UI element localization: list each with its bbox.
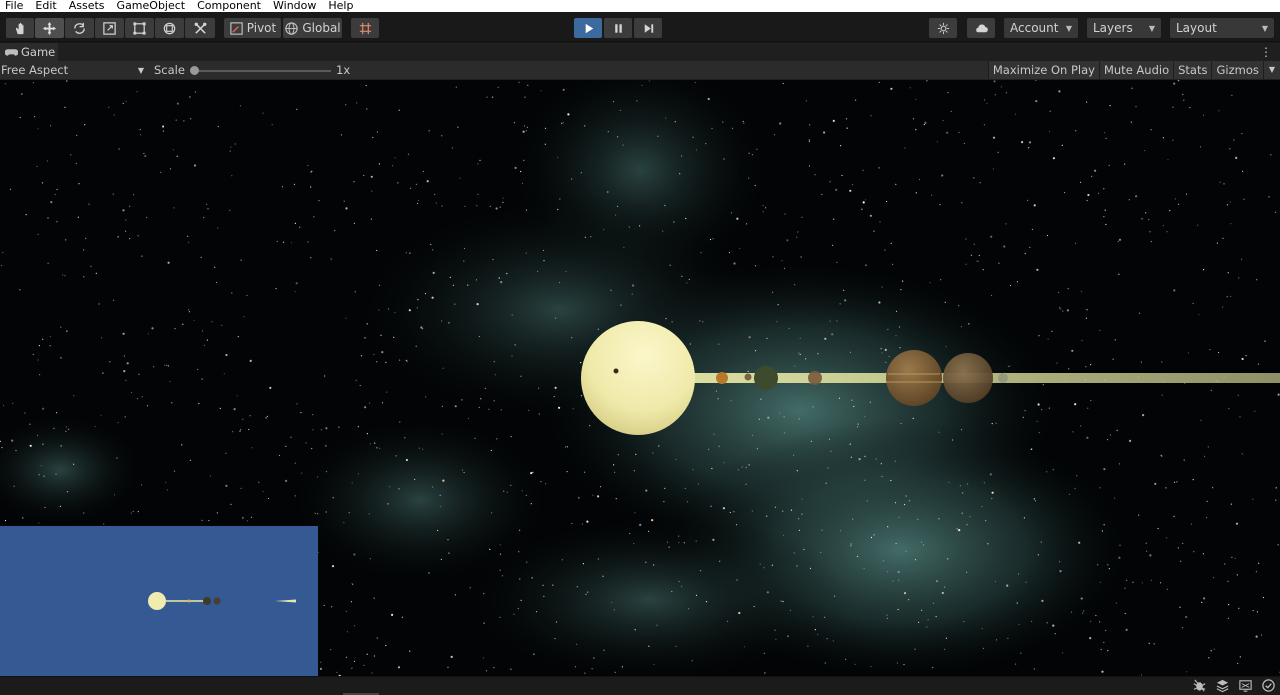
main-toolbar: Pivot Global Account ▼ Layers ▼ Layout ▼ — [0, 12, 1280, 42]
scale-label: Scale — [154, 63, 185, 77]
menu-file[interactable]: File — [0, 0, 30, 12]
menu-gameobject[interactable]: GameObject — [112, 0, 193, 12]
account-label: Account — [1010, 21, 1059, 35]
menu-component[interactable]: Component — [192, 0, 268, 12]
scale-value: 1x — [336, 63, 351, 77]
globe-icon — [285, 21, 299, 35]
menu-assets[interactable]: Assets — [64, 0, 112, 12]
aspect-label: Free Aspect — [1, 63, 69, 77]
debug-bug-icon[interactable] — [1192, 678, 1207, 693]
hand-tool-button[interactable] — [6, 18, 34, 38]
layers-label: Layers — [1093, 21, 1133, 35]
game-view-toolbar: Free Aspect ▼ Scale 1x Maximize On Play … — [0, 61, 1280, 80]
layers-stack-icon[interactable] — [1215, 678, 1230, 693]
mercury-dot — [613, 368, 619, 374]
planet-moon — [744, 373, 752, 381]
mute-audio-toggle[interactable]: Mute Audio — [1098, 61, 1174, 79]
grid-snap-icon — [359, 22, 371, 34]
scale-slider-track[interactable] — [191, 70, 331, 72]
menu-window[interactable]: Window — [268, 0, 323, 12]
minimap-sun — [148, 592, 166, 610]
chevron-down-icon[interactable]: ▼ — [1262, 61, 1280, 79]
scale-slider-thumb[interactable] — [190, 66, 199, 75]
pause-icon — [614, 23, 622, 33]
tab-game-label: Game — [21, 45, 56, 59]
play-button[interactable] — [574, 18, 602, 38]
maximize-on-play-toggle[interactable]: Maximize On Play — [987, 61, 1099, 79]
custom-tool-button[interactable] — [185, 18, 215, 38]
planet-mars — [808, 371, 822, 385]
minimap-camera — [0, 526, 318, 676]
step-button[interactable] — [634, 18, 662, 38]
check-circle-icon[interactable] — [1261, 678, 1276, 693]
rect-transform-icon — [133, 21, 146, 35]
scale-tool-button[interactable] — [95, 18, 124, 38]
move-arrows-icon — [42, 21, 57, 35]
move-tool-button[interactable] — [35, 18, 64, 38]
grid-snap-button[interactable] — [351, 18, 379, 38]
gizmos-toggle[interactable]: Gizmos — [1211, 61, 1263, 79]
global-toggle[interactable]: Global — [283, 18, 342, 38]
chevron-down-icon: ▼ — [137, 65, 144, 75]
layout-label: Layout — [1176, 21, 1217, 35]
layers-dropdown[interactable]: Layers ▼ — [1087, 18, 1161, 38]
minimap-scene — [148, 592, 296, 610]
gamepad-icon — [5, 48, 18, 56]
planet-jupiter — [886, 350, 942, 406]
cloud-icon — [975, 23, 988, 32]
rotate-icon — [74, 22, 85, 34]
sun — [581, 321, 695, 435]
planet-earth — [754, 366, 778, 390]
game-viewport[interactable] — [0, 80, 1280, 676]
tab-bar: Game ⋮ — [0, 43, 1280, 61]
game-view-options: Maximize On Play Mute Audio Stats Gizmos… — [987, 61, 1280, 79]
planet-uranus — [998, 373, 1008, 383]
menu-edit[interactable]: Edit — [30, 0, 63, 12]
chevron-down-icon: ▼ — [1148, 23, 1155, 33]
aspect-dropdown[interactable]: Free Aspect ▼ — [0, 61, 148, 79]
menu-bar: File Edit Assets GameObject Component Wi… — [0, 0, 1280, 12]
hand-icon — [15, 22, 23, 34]
minimap-planet — [203, 597, 211, 605]
play-icon — [585, 23, 593, 33]
rect-tool-button[interactable] — [125, 18, 154, 38]
pivot-label: Pivot — [246, 21, 277, 35]
step-icon — [644, 23, 653, 33]
rotate-tool-button[interactable] — [65, 18, 94, 38]
status-bar — [0, 676, 1280, 695]
minimap-ship — [275, 599, 296, 603]
transform-tool-button[interactable] — [155, 18, 184, 38]
more-options-icon[interactable]: ⋮ — [1260, 45, 1272, 59]
pivot-icon — [230, 21, 243, 35]
tab-game[interactable]: Game — [0, 43, 58, 61]
planet-venus — [716, 372, 728, 384]
transform-icon — [163, 22, 176, 34]
chevron-down-icon: ▼ — [1065, 23, 1072, 33]
scale-icon — [103, 21, 116, 35]
layout-dropdown[interactable]: Layout ▼ — [1170, 18, 1274, 38]
chevron-down-icon: ▼ — [1261, 23, 1268, 33]
minimap-planet — [213, 597, 221, 605]
tools-icon — [194, 22, 206, 34]
minimap-beam — [166, 600, 206, 602]
pause-button[interactable] — [604, 18, 632, 38]
cloud-button[interactable] — [967, 18, 995, 38]
status-icons — [1192, 678, 1276, 693]
minimap-planet — [187, 599, 191, 603]
global-label: Global — [302, 21, 341, 35]
account-dropdown[interactable]: Account ▼ — [1004, 18, 1078, 38]
network-icon[interactable] — [1238, 678, 1253, 693]
planet-saturn — [943, 353, 993, 403]
menu-help[interactable]: Help — [323, 0, 360, 12]
stats-toggle[interactable]: Stats — [1173, 61, 1212, 79]
services-button[interactable] — [929, 18, 957, 38]
services-icon — [937, 22, 949, 34]
pivot-toggle[interactable]: Pivot — [224, 18, 281, 38]
